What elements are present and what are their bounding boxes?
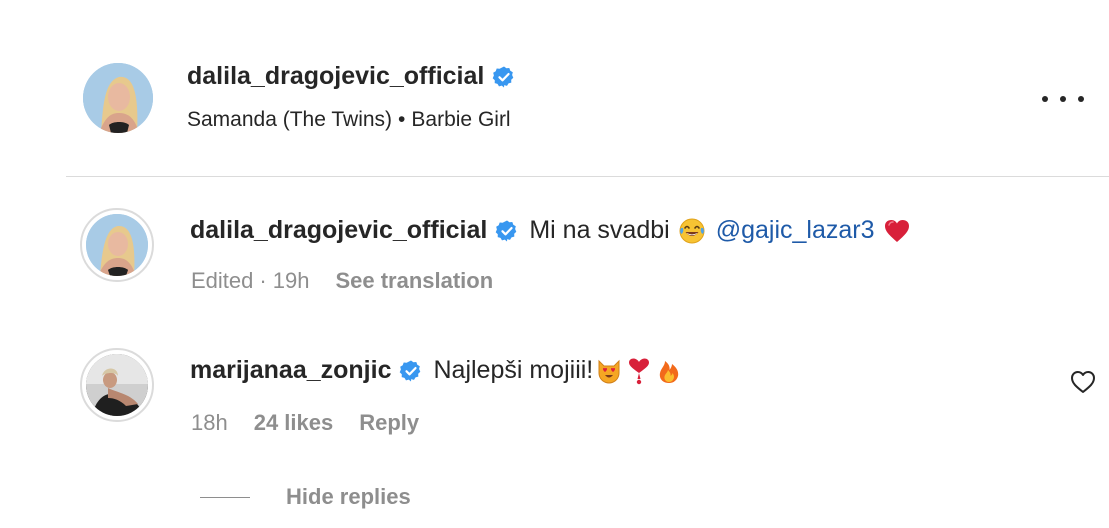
- instagram-comments-panel: dalila_dragojevic_official Samanda (The …: [0, 0, 1109, 528]
- face-with-tears-of-joy-icon: [678, 217, 706, 245]
- comment-line: marijanaa_zonjic Najlepši mojiii!: [190, 356, 683, 385]
- caption-meta: Edited · 19h See translation: [191, 268, 493, 294]
- comment-text-group: Najlepši mojiii!: [433, 356, 683, 385]
- commenter-username[interactable]: marijanaa_zonjic: [190, 356, 391, 385]
- hide-replies-label: Hide replies: [286, 484, 411, 509]
- avatar-photo: [83, 63, 153, 133]
- post-author-username[interactable]: dalila_dragojevic_official: [187, 62, 484, 91]
- commenter-avatar[interactable]: [80, 348, 154, 422]
- comment-time[interactable]: 18h: [191, 410, 228, 436]
- avatar-image: [86, 354, 148, 416]
- meta-separator: ·: [259, 268, 267, 293]
- caption-line: dalila_dragojevic_official Mi na svadbi: [190, 216, 911, 245]
- more-horizontal-icon: [1060, 96, 1066, 102]
- comment-meta: 18h 24 likes Reply: [191, 410, 419, 436]
- caption-username[interactable]: dalila_dragojevic_official: [190, 216, 487, 245]
- caption-time[interactable]: 19h: [273, 268, 310, 294]
- verified-badge-icon: [399, 359, 423, 383]
- post-author-avatar[interactable]: [83, 63, 153, 133]
- hide-replies-button[interactable]: Hide replies: [200, 484, 411, 510]
- caption-author-avatar[interactable]: [80, 208, 154, 282]
- more-horizontal-icon: [1078, 96, 1084, 102]
- smiling-cat-heart-eyes-icon: [595, 357, 623, 385]
- reply-button[interactable]: Reply: [359, 410, 419, 436]
- more-horizontal-icon: [1042, 96, 1048, 102]
- comment-text: Najlepši mojiii!: [433, 356, 594, 384]
- post-author-username-row: dalila_dragojevic_official: [187, 62, 516, 91]
- red-heart-icon: [883, 217, 911, 245]
- more-options-button[interactable]: [1042, 85, 1084, 113]
- caption-text-group: Mi na svadbi @gajic_lazar3: [529, 216, 910, 245]
- caption-text: Mi na svadbi: [529, 216, 670, 244]
- likes-count[interactable]: 24 likes: [254, 410, 334, 436]
- see-translation-button[interactable]: See translation: [335, 268, 493, 294]
- verified-badge-icon: [495, 219, 519, 243]
- like-comment-button[interactable]: [1069, 368, 1097, 396]
- heart-outline-icon: [1071, 371, 1095, 393]
- header-divider: [66, 176, 1109, 177]
- mention-link[interactable]: @gajic_lazar3: [716, 216, 875, 245]
- audio-track: Barbie Girl: [411, 108, 511, 131]
- replies-line-divider: [200, 496, 250, 498]
- audio-artist: Samanda (The Twins): [187, 108, 393, 131]
- verified-badge-icon: [492, 65, 516, 89]
- avatar-image: [86, 214, 148, 276]
- post-audio-info[interactable]: Samanda (The Twins) • Barbie Girl: [187, 108, 511, 132]
- post-header: dalila_dragojevic_official Samanda (The …: [0, 0, 1109, 176]
- audio-separator: •: [398, 108, 406, 131]
- fire-icon: [655, 357, 683, 385]
- edited-label: Edited: [191, 268, 254, 293]
- heart-exclamation-icon: [625, 357, 653, 385]
